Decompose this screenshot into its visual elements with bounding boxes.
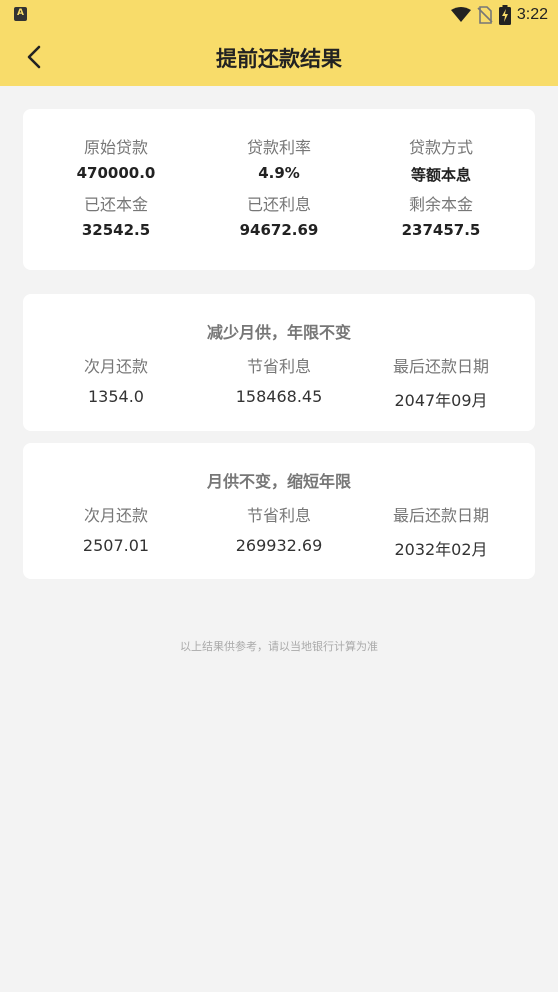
page-title: 提前还款结果 [216, 47, 342, 71]
remaining-principal-value: 237457.5 [401, 221, 481, 239]
loan-method-value: 等额本息 [410, 166, 471, 184]
interest-saved-value: 158468.45 [235, 387, 323, 406]
status-bar: A 3:22 [0, 0, 558, 29]
interest-saved-value: 269932.69 [235, 536, 323, 555]
original-loan-label: 原始贷款 [83, 138, 148, 157]
shorten-term-card: 月供不变，缩短年限 次月还款 节省利息 最后还款日期 2507.01 26993… [23, 443, 535, 579]
last-payment-date-label: 最后还款日期 [392, 357, 489, 376]
paid-interest-label: 已还利息 [246, 195, 311, 214]
last-payment-date-label: 最后还款日期 [392, 506, 489, 525]
wifi-icon [450, 7, 471, 22]
paid-principal-value: 32542.5 [81, 221, 151, 239]
next-payment-label: 次月还款 [83, 506, 148, 525]
next-payment-label: 次月还款 [83, 357, 148, 376]
interest-saved-label: 节省利息 [246, 357, 311, 376]
last-payment-date-value: 2047年09月 [394, 391, 488, 410]
no-sim-icon [477, 6, 493, 24]
next-payment-value: 2507.01 [82, 536, 150, 555]
loan-method-label: 贷款方式 [408, 138, 473, 157]
app-notification-icon: A [14, 7, 27, 21]
shorten-term-title: 月供不变，缩短年限 [206, 472, 351, 491]
original-loan-value: 470000.0 [76, 164, 156, 182]
status-icons: 3:22 [450, 5, 548, 25]
status-time: 3:22 [516, 6, 548, 23]
loan-summary-card: 原始贷款 贷款利率 贷款方式 470000.0 4.9% 等额本息 已还本金 已… [23, 109, 535, 270]
loan-rate-value: 4.9% [258, 164, 300, 182]
paid-principal-label: 已还本金 [83, 195, 148, 214]
reduce-payment-card: 减少月供，年限不变 次月还款 节省利息 最后还款日期 1354.0 158468… [23, 294, 535, 431]
reduce-payment-title: 减少月供，年限不变 [206, 323, 351, 342]
paid-interest-value: 94672.69 [239, 221, 319, 239]
loan-rate-label: 贷款利率 [246, 138, 311, 157]
next-payment-value: 1354.0 [88, 387, 144, 406]
app-header: 提前还款结果 [0, 29, 558, 86]
interest-saved-label: 节省利息 [246, 506, 311, 525]
battery-charging-icon [498, 5, 511, 25]
last-payment-date-value: 2032年02月 [394, 540, 488, 559]
remaining-principal-label: 剩余本金 [408, 195, 473, 214]
disclaimer-note: 以上结果供参考，请以当地银行计算为准 [180, 640, 378, 653]
